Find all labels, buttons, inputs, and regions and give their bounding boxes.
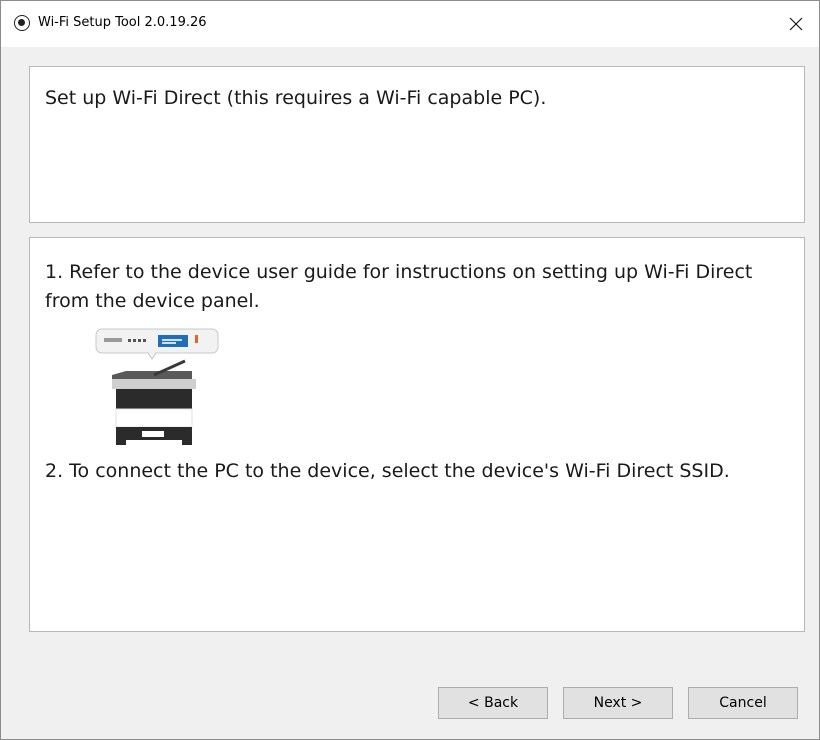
instructions-panel: 1. Refer to the device user guide for in… xyxy=(29,237,805,632)
title-bar: Wi-Fi Setup Tool 2.0.19.26 xyxy=(1,1,819,47)
close-icon xyxy=(789,17,803,31)
step-1-text: 1. Refer to the device user guide for in… xyxy=(45,261,753,312)
app-icon xyxy=(14,15,30,31)
window-title: Wi-Fi Setup Tool 2.0.19.26 xyxy=(38,15,207,30)
page-heading: Set up Wi-Fi Direct (this requires a Wi-… xyxy=(45,87,547,109)
next-button[interactable]: Next > xyxy=(563,687,673,719)
setup-window: Wi-Fi Setup Tool 2.0.19.26 Set up Wi-Fi … xyxy=(0,0,820,740)
cancel-button[interactable]: Cancel xyxy=(688,687,798,719)
printer-illustration xyxy=(95,328,219,445)
control-panel-bubble xyxy=(95,328,219,360)
printer-body xyxy=(112,359,196,445)
step-2-text: 2. To connect the PC to the device, sele… xyxy=(45,460,730,482)
back-button[interactable]: < Back xyxy=(438,687,548,719)
close-button[interactable] xyxy=(773,1,819,47)
header-panel: Set up Wi-Fi Direct (this requires a Wi-… xyxy=(29,66,805,223)
